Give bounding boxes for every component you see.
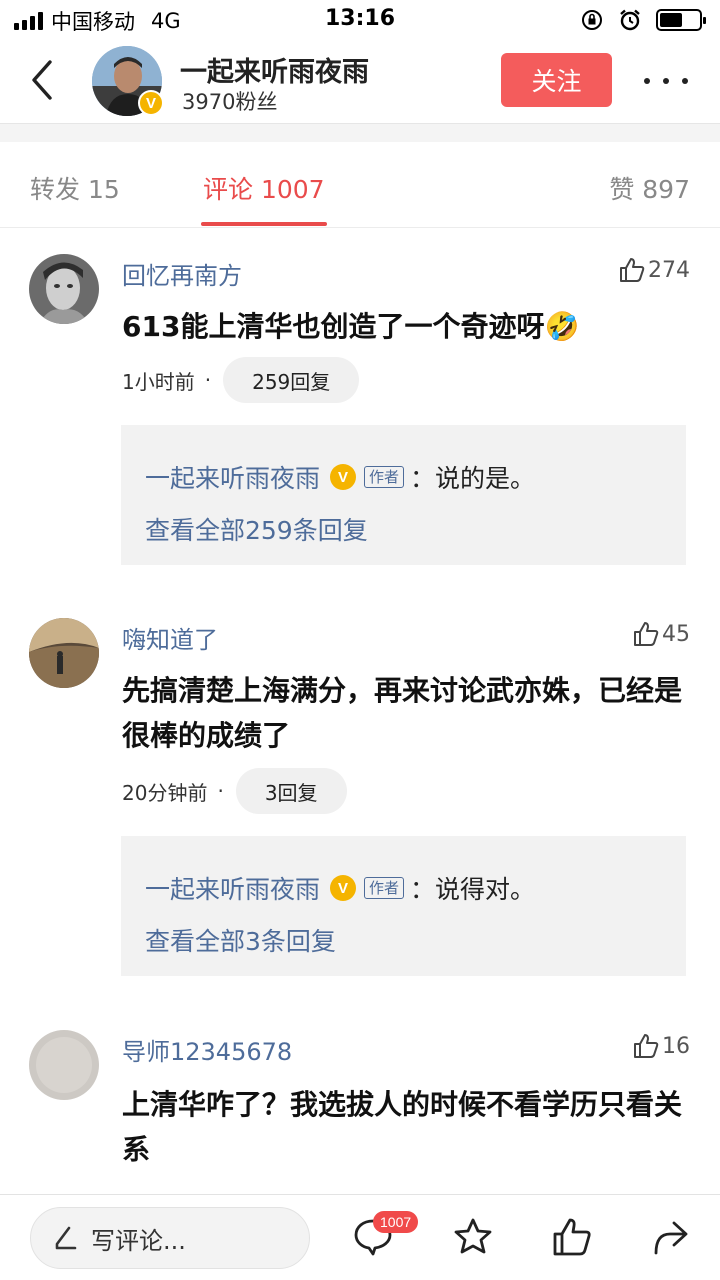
status-right [580, 8, 706, 32]
comment-item: 嗨知道了 45 先搞清楚上海满分，再来讨论武亦姝，已经是很棒的成绩了 20分钟前… [0, 594, 720, 994]
share-button[interactable] [648, 1215, 692, 1259]
comment-username[interactable]: 回忆再南方 [122, 256, 242, 291]
meta-separator: · [204, 368, 212, 392]
comment-username[interactable]: 嗨知道了 [122, 620, 218, 655]
comment-text: 上清华咋了？我选拔人的时候不看学历只看关系 [122, 1088, 683, 1166]
comment-text: 先搞清楚上海满分，再来讨论武亦姝，已经是很棒的成绩了 [122, 674, 683, 752]
avatar[interactable] [29, 618, 99, 688]
verified-badge: V [330, 464, 357, 490]
avatar[interactable] [29, 254, 99, 324]
share-icon [654, 1221, 688, 1255]
rotation-lock-icon [582, 10, 602, 30]
thumb-up-icon [634, 622, 659, 646]
verified-badge: V [330, 875, 357, 901]
battery-icon [656, 9, 706, 31]
tab-comments[interactable]: 评论 1007 [203, 170, 325, 206]
author-reply: 一起来听雨夜雨 V 作者 ：说得对。 [145, 870, 535, 906]
status-bar: 中国移动 4G 13:16 [0, 0, 720, 40]
author-reply-box[interactable]: 一起来听雨夜雨 V 作者 ：说得对。 查看全部3条回复 [121, 836, 686, 976]
comment-time: 20分钟前 [122, 780, 208, 805]
active-tab-indicator [201, 222, 327, 226]
author-name[interactable]: 一起来听雨夜雨 [180, 50, 369, 89]
reply-text: ：说的是。 [410, 464, 536, 493]
back-button[interactable] [24, 58, 64, 102]
thumb-up-icon [553, 1218, 591, 1256]
more-button[interactable] [644, 66, 688, 96]
thumb-up-icon [634, 1034, 659, 1058]
header: V 一起来听雨夜雨 3970粉丝 关注 [0, 40, 720, 124]
author-tag: 作者 [364, 877, 405, 899]
view-all-replies-link[interactable]: 查看全部3条回复 [145, 922, 336, 958]
reply-text: ：说得对。 [410, 875, 536, 904]
tab-likes[interactable]: 赞 897 [609, 170, 690, 206]
author-tag: 作者 [364, 466, 405, 488]
follow-button[interactable]: 关注 [501, 53, 612, 107]
verified-badge: V [138, 90, 164, 116]
alarm-icon [620, 9, 640, 31]
comment-count-badge: 1007 [373, 1211, 419, 1233]
comment-meta: 20分钟前 · 3回复 [122, 768, 347, 814]
more-dots-icon [644, 78, 650, 84]
comment-text: 613能上清华也创造了一个奇迹呀🤣 [122, 310, 580, 343]
author-reply-box[interactable]: 一起来听雨夜雨 V 作者 ：说的是。 查看全部259条回复 [121, 425, 686, 565]
like-post-button[interactable] [550, 1215, 594, 1259]
reply-author-name[interactable]: 一起来听雨夜雨 [145, 459, 320, 495]
comment-item: 回忆再南方 274 613能上清华也创造了一个奇迹呀🤣 1小时前 · 259回复… [0, 228, 720, 588]
author-reply: 一起来听雨夜雨 V 作者 ：说的是。 [145, 459, 535, 495]
comment-time: 1小时前 [122, 369, 195, 394]
like-button[interactable]: 45 [632, 620, 690, 648]
reply-count-button[interactable]: 259回复 [223, 357, 360, 403]
favorite-button[interactable] [451, 1215, 495, 1259]
write-comment-input[interactable]: 写评论... [30, 1207, 310, 1269]
reply-author-name[interactable]: 一起来听雨夜雨 [145, 870, 320, 906]
avatar[interactable] [29, 1030, 99, 1100]
chevron-left-icon [32, 60, 52, 100]
like-button[interactable]: 16 [632, 1032, 690, 1060]
comment-username[interactable]: 导师12345678 [122, 1032, 292, 1067]
author-avatar[interactable]: V [92, 46, 164, 116]
comment-item: 导师12345678 16 上清华咋了？我选拔人的时候不看学历只看关系 [0, 1006, 720, 1194]
like-count: 45 [662, 621, 690, 647]
meta-separator: · [217, 779, 224, 803]
pen-icon [55, 1226, 77, 1250]
bottom-action-bar: 写评论... 1007 [0, 1194, 720, 1280]
like-count: 274 [648, 257, 690, 283]
fans-count: 3970粉丝 [182, 90, 278, 114]
tab-forward[interactable]: 转发 15 [30, 170, 120, 206]
reply-count-button[interactable]: 3回复 [235, 768, 347, 814]
tab-bar: 转发 15 评论 1007 赞 897 [0, 142, 720, 228]
star-icon [454, 1218, 492, 1254]
section-divider [0, 124, 720, 142]
write-comment-placeholder: 写评论... [91, 1226, 186, 1255]
thumb-up-icon [620, 258, 645, 282]
like-count: 16 [662, 1033, 690, 1059]
like-button[interactable]: 274 [618, 256, 690, 284]
view-all-replies-link[interactable]: 查看全部259条回复 [145, 511, 368, 547]
comment-meta: 1小时前 · 259回复 [122, 357, 360, 403]
